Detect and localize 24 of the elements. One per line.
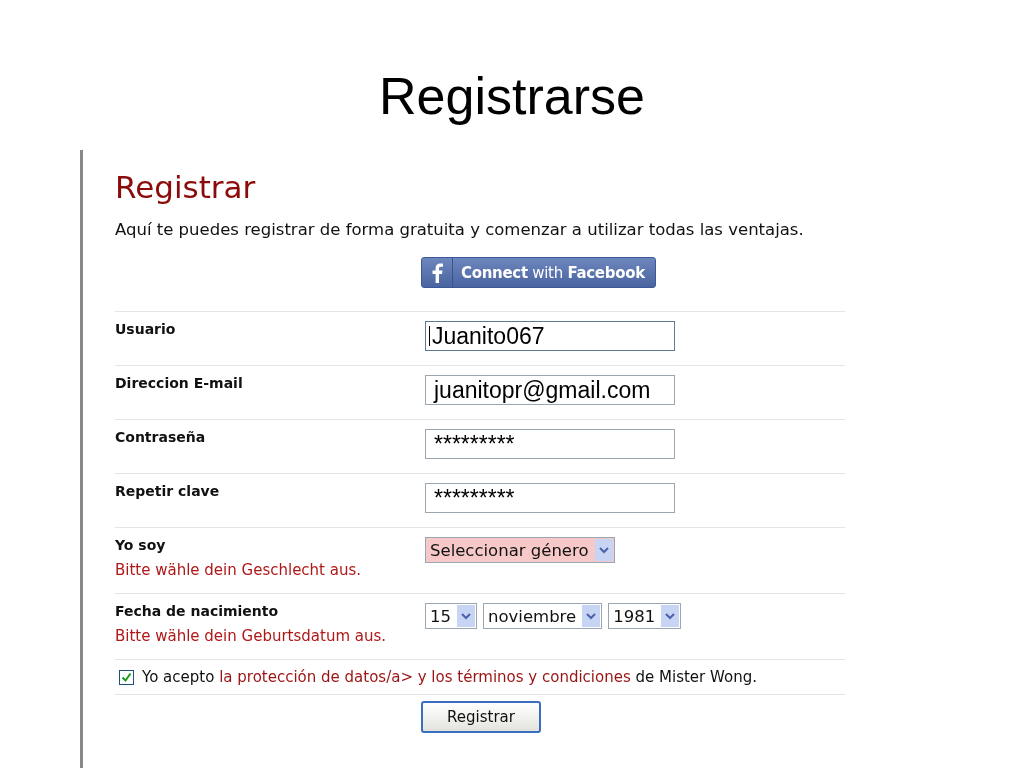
facebook-connect-button[interactable]: Connect with Facebook xyxy=(421,257,656,288)
checkbox[interactable] xyxy=(119,669,134,685)
error-message: Bitte wähle dein Geschlecht aus. xyxy=(115,561,362,579)
field-label: Contraseña xyxy=(115,429,206,445)
input-field[interactable]: Juanito067 xyxy=(425,321,675,351)
register-button[interactable]: Registrar xyxy=(421,701,541,733)
field-label: Usuario xyxy=(115,321,176,337)
intro-text: Aquí te puedes registrar de forma gratuita y comenzar a utilizar todas las ventajas. xyxy=(115,220,805,239)
field-label: Repetir clave xyxy=(115,483,220,499)
dropdown[interactable]: noviembre xyxy=(483,603,603,629)
form-heading: Registrar xyxy=(115,168,256,206)
field-label: Direccion E-mail xyxy=(115,375,243,391)
dropdown[interactable]: 1981 xyxy=(608,603,682,629)
input-field[interactable]: ********* xyxy=(425,429,675,459)
agreement-text: Yo acepto la protección de datos/a> y los términos y condiciones de Mister Wong. xyxy=(142,668,757,686)
input-field[interactable]: ********* xyxy=(425,483,675,513)
dropdown[interactable]: 15 xyxy=(425,603,477,629)
field-label: Fecha de nacimiento xyxy=(115,603,279,619)
terms-link[interactable]: la protección de datos/a> y los términos y condiciones xyxy=(219,668,631,686)
field-label: Yo soy xyxy=(115,537,166,553)
slide-title: Registrarse xyxy=(379,66,645,127)
input-field[interactable]: juanitopr@gmail.com xyxy=(425,375,675,405)
dropdown[interactable]: Seleccionar género xyxy=(425,537,615,563)
error-message: Bitte wähle dein Geburtsdatum aus. xyxy=(115,627,387,645)
